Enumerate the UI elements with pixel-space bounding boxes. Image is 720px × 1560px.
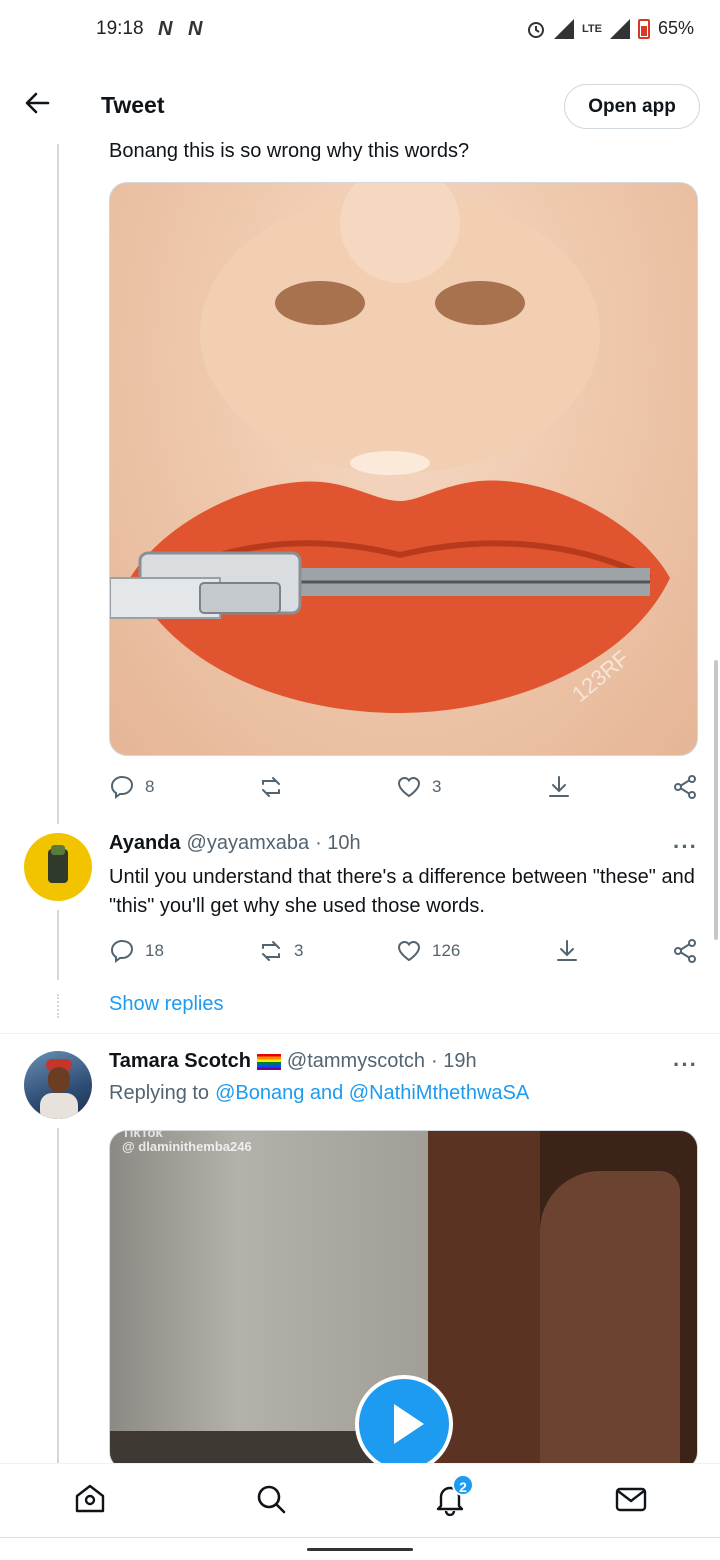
scrollbar[interactable] bbox=[714, 660, 718, 940]
notification-icon: N bbox=[188, 18, 203, 40]
rainbow-flag-icon bbox=[256, 1053, 281, 1070]
heart-icon bbox=[397, 940, 421, 962]
status-time: 19:18 bbox=[96, 18, 144, 39]
retweet-icon bbox=[262, 941, 280, 961]
notification-icon: N bbox=[158, 18, 173, 40]
thread-line bbox=[57, 910, 59, 980]
like-count: 3 bbox=[432, 777, 442, 796]
lte-indicator: LTE bbox=[582, 22, 602, 35]
timestamp[interactable]: · 19h bbox=[431, 1050, 477, 1073]
avatar[interactable] bbox=[24, 1051, 92, 1119]
share-button[interactable] bbox=[672, 774, 698, 800]
replying-to-users[interactable]: @Bonang and @NathiMthethwaSA bbox=[215, 1082, 529, 1105]
thread-dots bbox=[57, 994, 59, 1018]
more-options-icon[interactable]: ··· bbox=[673, 834, 698, 860]
display-name[interactable]: Ayanda bbox=[109, 832, 181, 855]
reply-header: Ayanda @yayamxaba · 10h bbox=[109, 832, 361, 855]
retweet-count: 3 bbox=[294, 941, 304, 960]
reply-icon bbox=[110, 775, 134, 799]
reply-header: Tamara Scotch @tammyscotch · 19h bbox=[109, 1050, 477, 1073]
thread-line bbox=[57, 1128, 59, 1463]
home-icon[interactable] bbox=[73, 1482, 107, 1516]
back-arrow-icon[interactable] bbox=[22, 88, 52, 118]
like-count: 126 bbox=[432, 941, 461, 960]
like-button[interactable]: 3 bbox=[396, 774, 441, 800]
reply-icon bbox=[110, 939, 134, 963]
notification-badge: 2 bbox=[452, 1474, 474, 1496]
retweet-button[interactable] bbox=[258, 774, 294, 800]
mail-icon[interactable] bbox=[614, 1482, 648, 1516]
video-watermark-user: @ dlaminithemba246 bbox=[122, 1139, 252, 1154]
timestamp[interactable]: · 10h bbox=[315, 832, 361, 855]
alarm-icon bbox=[528, 21, 544, 38]
open-app-button[interactable]: Open app bbox=[564, 84, 700, 129]
user-handle[interactable]: @tammyscotch bbox=[287, 1050, 425, 1073]
home-gesture-pill[interactable] bbox=[307, 1548, 413, 1551]
zipped-lips-illustration: 123RF bbox=[110, 183, 670, 713]
status-right: LTE 65% bbox=[526, 18, 694, 39]
battery-icon bbox=[637, 18, 650, 39]
avatar[interactable] bbox=[24, 833, 92, 901]
battery-percent: 65% bbox=[657, 18, 694, 38]
share-button[interactable] bbox=[672, 938, 698, 964]
reply-button[interactable]: 18 bbox=[109, 938, 164, 964]
more-options-icon[interactable]: ··· bbox=[673, 1052, 698, 1078]
heart-icon bbox=[397, 776, 421, 798]
share-icon bbox=[674, 775, 696, 799]
replying-to: Replying to @Bonang and @NathiMthethwaSA bbox=[109, 1082, 529, 1105]
page-title: Tweet bbox=[101, 92, 165, 118]
tweet-text: Bonang this is so wrong why this words? bbox=[109, 140, 470, 162]
signal-icon bbox=[554, 18, 574, 39]
retweet-button[interactable]: 3 bbox=[258, 938, 303, 964]
reply-count: 18 bbox=[145, 941, 164, 960]
play-icon bbox=[394, 1404, 424, 1444]
tweet-image[interactable]: 123RF bbox=[109, 182, 698, 756]
download-icon bbox=[549, 776, 569, 797]
save-button[interactable] bbox=[554, 938, 580, 964]
reply-text: Until you understand that there's a diff… bbox=[109, 866, 695, 917]
retweet-icon bbox=[262, 777, 280, 797]
share-icon bbox=[674, 939, 696, 963]
signal-icon bbox=[609, 18, 630, 39]
bottom-nav bbox=[0, 1463, 720, 1537]
show-replies-link[interactable]: Show replies bbox=[109, 993, 224, 1016]
play-button[interactable] bbox=[355, 1375, 453, 1473]
display-name[interactable]: Tamara Scotch bbox=[109, 1050, 251, 1073]
like-button[interactable]: 126 bbox=[396, 938, 460, 964]
save-button[interactable] bbox=[546, 774, 572, 800]
thread-line bbox=[57, 144, 59, 824]
reply-count: 8 bbox=[145, 777, 155, 796]
divider bbox=[0, 1033, 720, 1034]
replying-prefix: Replying to bbox=[109, 1082, 210, 1104]
user-handle[interactable]: @yayamxaba bbox=[187, 832, 310, 855]
reply-button[interactable]: 8 bbox=[109, 774, 154, 800]
search-icon[interactable] bbox=[254, 1482, 288, 1516]
download-icon bbox=[557, 940, 577, 961]
